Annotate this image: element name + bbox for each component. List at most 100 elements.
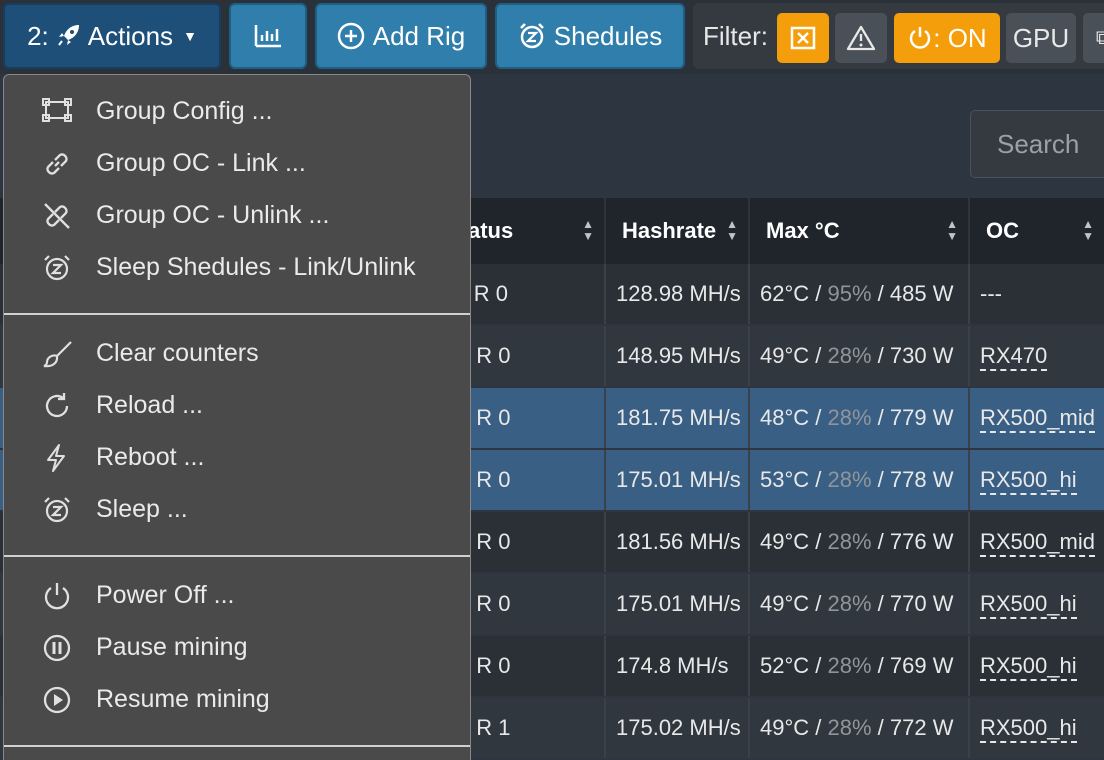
- alarm-clock-z-icon: [42, 495, 74, 525]
- menu-item[interactable]: Power Off ...: [4, 569, 470, 621]
- menu-item-label: Group OC - Unlink ...: [96, 201, 330, 229]
- plus-circle-icon: [337, 22, 364, 50]
- hashrate-cell: 148.95 MH/s: [604, 326, 748, 386]
- hashrate-cell: 175.01 MH/s: [604, 450, 748, 510]
- menu-item[interactable]: Sleep Shedules - Link/Unlink: [4, 241, 470, 293]
- hashrate-cell: 174.8 MH/s: [604, 636, 748, 696]
- power-icon: [910, 27, 931, 49]
- oc-profile-link[interactable]: RX500_hi: [980, 655, 1077, 681]
- group-config-icon: [42, 97, 74, 127]
- oc-cell: RX500_hi: [968, 698, 1104, 758]
- lightning-icon: [42, 443, 74, 473]
- search-input[interactable]: Search: [970, 110, 1104, 178]
- oc-cell: RX500_mid: [968, 388, 1104, 448]
- filter-gpu-toggle[interactable]: GPU: [1006, 13, 1076, 63]
- filter-label: Filter:: [703, 21, 768, 51]
- x-square-icon: [790, 26, 816, 50]
- oc-cell: RX500_mid: [968, 512, 1104, 572]
- menu-item[interactable]: Group OC - Link ...: [4, 137, 470, 189]
- hashrate-value: 174.8 MH/s: [616, 653, 729, 678]
- filter-error-toggle[interactable]: [777, 13, 829, 63]
- oc-profile-link[interactable]: RX470: [980, 345, 1048, 371]
- menu-item[interactable]: Group OC - Unlink ...: [4, 189, 470, 241]
- menu-item-label: Clear counters: [96, 339, 259, 367]
- max-temp-cell: 53°C / 28% / 778 W: [748, 450, 968, 510]
- menu-item-label: Sleep ...: [96, 495, 188, 523]
- menu-item[interactable]: Sleep ...: [4, 483, 470, 535]
- actions-dropdown-button[interactable]: 2: Actions ▼: [3, 3, 221, 69]
- menu-item[interactable]: Resume mining: [4, 673, 470, 725]
- menu-item-label: Group OC - Link ...: [96, 149, 306, 177]
- hashrate-cell: 175.01 MH/s: [604, 574, 748, 634]
- pause-icon: [42, 633, 74, 663]
- alarm-clock-z-icon: [42, 253, 74, 283]
- schedules-button[interactable]: Shedules: [495, 3, 685, 69]
- column-header-label: Max °C: [766, 218, 840, 243]
- sort-icon: ▲ ▼: [946, 217, 958, 243]
- menu-item-label: Reload ...: [96, 391, 204, 419]
- selected-count: 2:: [27, 20, 56, 51]
- column-header-oc[interactable]: OC ▲ ▼: [968, 198, 1104, 264]
- sort-icon: ▲ ▼: [582, 217, 594, 243]
- oc-cell: RX500_hi: [968, 574, 1104, 634]
- reload-icon: [42, 391, 74, 421]
- column-header-label: Hashrate: [622, 218, 717, 243]
- warning-triangle-icon: [846, 25, 876, 51]
- menu-item-label: Sleep Shedules - Link/Unlink: [96, 253, 416, 281]
- temp-value: 52°C: [760, 653, 810, 678]
- power-value: 770 W: [889, 591, 954, 616]
- add-rig-label: Add Rig: [372, 20, 466, 51]
- hashrate-value: 148.95 MH/s: [616, 343, 741, 368]
- brush-icon: [42, 339, 74, 369]
- group-config-icon: ⧉: [1095, 26, 1104, 49]
- stats-chart-button[interactable]: [229, 3, 307, 69]
- rocket-icon: [56, 21, 82, 51]
- filter-bar: Filter: : ON GPU ⧉: [693, 3, 1104, 69]
- oc-profile-link[interactable]: RX500_mid: [980, 531, 1095, 557]
- temp-value: 49°C: [760, 343, 810, 368]
- power-value: 769 W: [889, 653, 954, 678]
- unlink-icon: [42, 201, 74, 231]
- oc-profile-link[interactable]: RX500_mid: [980, 407, 1095, 433]
- fan-value: 28%: [827, 715, 872, 740]
- filter-more-toggle[interactable]: ⧉: [1083, 13, 1104, 63]
- sort-icon: ▲ ▼: [726, 217, 738, 243]
- oc-cell: RX470: [968, 326, 1104, 386]
- power-value: 485 W: [889, 281, 954, 306]
- power-value: 772 W: [889, 715, 954, 740]
- hashrate-cell: 128.98 MH/s: [604, 264, 748, 324]
- filter-power-toggle[interactable]: : ON: [894, 13, 1000, 63]
- menu-item[interactable]: Clear counters: [4, 327, 470, 379]
- oc-profile-link[interactable]: RX500_hi: [980, 593, 1077, 619]
- max-temp-cell: 49°C / 28% / 770 W: [748, 574, 968, 634]
- oc-cell: ---: [968, 264, 1104, 324]
- fan-value: 28%: [827, 405, 872, 430]
- menu-item[interactable]: Pause mining: [4, 621, 470, 673]
- hashrate-value: 175.01 MH/s: [616, 591, 741, 616]
- fan-value: 28%: [827, 653, 872, 678]
- caret-down-icon: ▼: [183, 28, 197, 44]
- power-value: 779 W: [889, 405, 954, 430]
- hashrate-value: 181.56 MH/s: [616, 529, 741, 554]
- menu-item[interactable]: Group Config ...: [4, 85, 470, 137]
- max-temp-cell: 49°C / 28% / 730 W: [748, 326, 968, 386]
- power-icon: [42, 581, 74, 611]
- column-header-max-temp[interactable]: Max °C ▲ ▼: [748, 198, 968, 264]
- menu-item-label: Pause mining: [96, 633, 248, 661]
- filter-warning-toggle[interactable]: [835, 13, 887, 63]
- column-header-hashrate[interactable]: Hashrate ▲ ▼: [604, 198, 748, 264]
- oc-profile-link[interactable]: RX500_hi: [980, 717, 1077, 743]
- link-icon: [42, 149, 74, 179]
- hashrate-value: 181.75 MH/s: [616, 405, 741, 430]
- actions-dropdown-menu: Group Config ... Group OC - Link ... Group…: [3, 74, 471, 760]
- alarm-clock-z-icon: [519, 23, 544, 49]
- temp-value: 62°C: [760, 281, 810, 306]
- actions-label: Actions: [82, 20, 174, 51]
- add-rig-button[interactable]: Add Rig: [315, 3, 487, 69]
- fan-value: 28%: [827, 467, 872, 492]
- menu-item-label: Group Config ...: [96, 97, 273, 125]
- menu-item[interactable]: Reload ...: [4, 379, 470, 431]
- power-value: 730 W: [889, 343, 954, 368]
- oc-profile-link[interactable]: RX500_hi: [980, 469, 1077, 495]
- menu-item[interactable]: Reboot ...: [4, 431, 470, 483]
